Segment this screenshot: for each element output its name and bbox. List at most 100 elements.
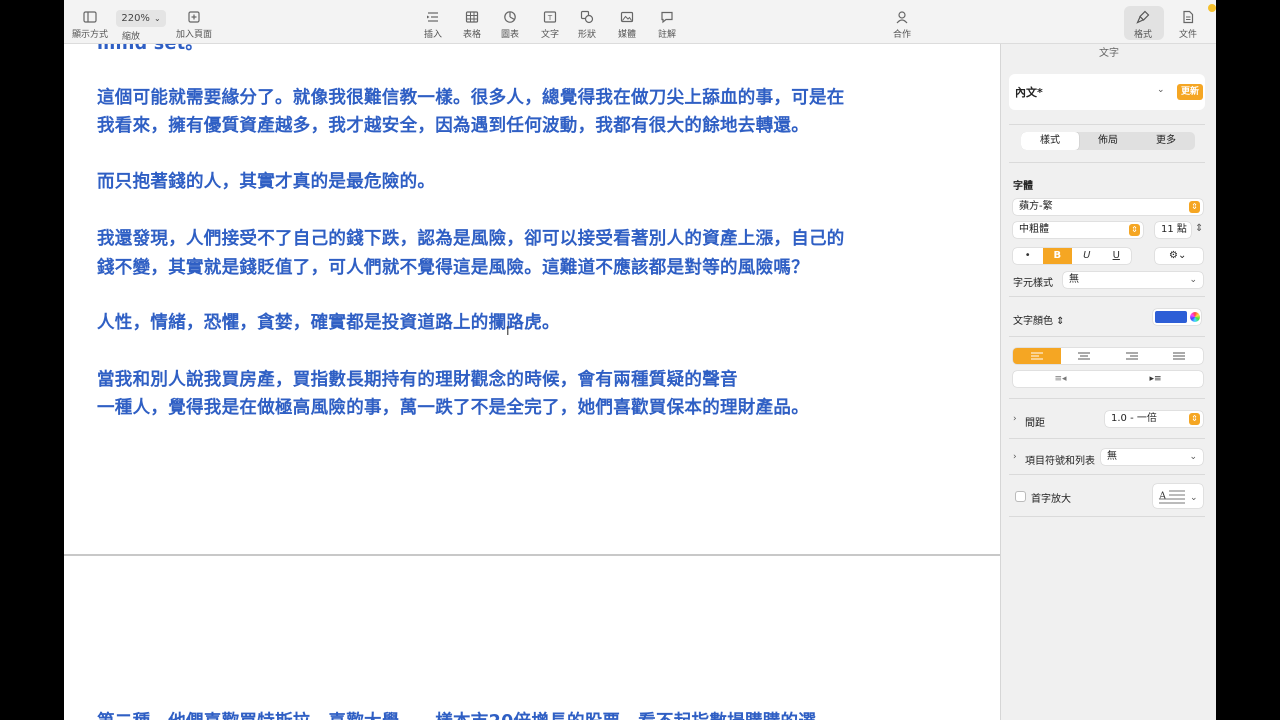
tab-more[interactable]: 更多: [1137, 132, 1195, 150]
dropcap-style-select[interactable]: A ⌄: [1153, 484, 1203, 508]
sidebar-view-icon: [83, 11, 97, 23]
add-page-label: 加入頁面: [176, 30, 213, 40]
bullet-button[interactable]: •: [1013, 248, 1043, 264]
comment-icon: [661, 11, 673, 24]
dropcap-checkbox[interactable]: [1015, 491, 1026, 502]
font-size-field[interactable]: 11 點: [1155, 222, 1191, 238]
disclosure-chevron-icon[interactable]: ›: [1013, 414, 1017, 424]
zoom-label-wrap: 縮放: [122, 29, 140, 42]
text-options-button[interactable]: ⚙⌄: [1155, 248, 1203, 264]
color-wheel-icon[interactable]: [1190, 312, 1200, 322]
dropcap-icon: A ⌄: [1158, 490, 1198, 504]
view-label: 顯示方式: [72, 30, 109, 40]
underline-button[interactable]: U: [1102, 248, 1132, 264]
spacing-label[interactable]: 間距: [1025, 414, 1045, 429]
zoom-select[interactable]: 220% ⌄: [116, 10, 166, 27]
bold-button[interactable]: B: [1042, 248, 1072, 264]
increase-indent-button[interactable]: ▸≡: [1108, 371, 1203, 387]
shape-button[interactable]: 形狀: [578, 10, 596, 40]
text-color-well[interactable]: [1153, 309, 1201, 325]
format-label: 格式: [1134, 30, 1153, 40]
chevron-down-icon: ⌄: [1157, 85, 1165, 95]
paragraph-line: 我還發現，人們接受不了自己的錢下跌，認為是風險，卻可以接受看著別人的資產上漲，自…: [97, 229, 845, 249]
divider: [1009, 162, 1205, 163]
svg-text:⌄: ⌄: [1190, 493, 1198, 503]
bullets-label[interactable]: 項目符號和列表: [1025, 452, 1095, 467]
disclosure-chevron-icon[interactable]: ›: [1013, 452, 1017, 462]
document-button[interactable]: 文件: [1179, 10, 1197, 40]
paintbrush-icon: [1136, 10, 1150, 24]
tab-layout[interactable]: 佈局: [1079, 132, 1137, 150]
chart-button[interactable]: 圖表: [501, 10, 519, 40]
align-justify-icon: [1173, 352, 1186, 359]
sidebar-tabs: 樣式 佈局 更多: [1021, 132, 1195, 150]
text-color-label[interactable]: 文字顏色 ⇕: [1013, 312, 1065, 327]
paragraph-line: 這個可能就需要緣分了。就像我很難信教一樣。很多人，總覺得我在做刀尖上舔血的事，可…: [97, 88, 845, 108]
font-family-select[interactable]: 蘋方-繁 ⇕: [1013, 199, 1203, 215]
divider: [1009, 296, 1205, 297]
window-minimize-dot[interactable]: [1208, 4, 1216, 12]
align-right-icon: [1125, 352, 1138, 359]
paragraph-style-name: 內文*: [1015, 86, 1043, 99]
align-justify-button[interactable]: [1156, 348, 1204, 364]
update-style-button[interactable]: 更新: [1177, 84, 1203, 100]
divider: [1009, 124, 1205, 125]
char-style-label: 字元樣式: [1013, 278, 1053, 289]
divider: [1009, 438, 1205, 439]
partial-bottom-line: 第二種，他們喜歡買特斯拉，喜歡大學……樣本市20倍增長的股票，看不起指數場購購的…: [97, 708, 816, 720]
paragraph-style-selector[interactable]: 內文* ⌄ 更新: [1009, 74, 1205, 110]
text-color-label-text: 文字顏色: [1013, 316, 1053, 327]
comment-button[interactable]: 註解: [658, 10, 676, 40]
collaborate-button[interactable]: 合作: [893, 10, 911, 40]
divider: [1009, 398, 1205, 399]
font-weight-select[interactable]: 中粗體 ⇕: [1013, 222, 1143, 238]
italic-button[interactable]: U: [1072, 248, 1102, 264]
chart-label: 圖表: [501, 30, 520, 40]
sidebar-title: 文字: [1099, 48, 1119, 59]
add-page-button[interactable]: 加入頁面: [176, 10, 212, 40]
align-center-button[interactable]: [1061, 348, 1109, 364]
font-section-title: 字體: [1013, 181, 1033, 192]
align-center-icon: [1078, 352, 1091, 359]
format-button[interactable]: 格式: [1134, 10, 1152, 40]
indent-icon: ▸≡: [1149, 374, 1162, 384]
table-button[interactable]: 表格: [463, 10, 481, 40]
tab-style[interactable]: 樣式: [1021, 132, 1079, 150]
insert-icon: [427, 12, 438, 22]
chevron-down-icon: ⌄: [153, 14, 161, 23]
format-sidebar: 文字 內文* ⌄ 更新 樣式 佈局 更多 字體 蘋方-繁 ⇕ 中粗體 ⇕ 11 …: [1000, 44, 1216, 720]
char-style-select[interactable]: 無 ⌄: [1063, 272, 1203, 288]
text-button[interactable]: T 文字: [541, 10, 559, 40]
gear-icon: ⚙⌄: [1169, 250, 1187, 261]
chevron-down-icon: ⌄: [1189, 452, 1197, 462]
font-size-value: 11 點: [1161, 224, 1187, 235]
text-cursor-icon: I: [506, 324, 510, 338]
insert-button[interactable]: 插入: [424, 10, 442, 40]
media-button[interactable]: 媒體: [618, 10, 636, 40]
alignment-buttons: [1013, 348, 1203, 364]
bullets-value: 無: [1107, 451, 1117, 462]
media-icon: [620, 11, 634, 23]
font-size-stepper-icon[interactable]: ⇕: [1195, 223, 1203, 234]
align-left-button[interactable]: [1013, 348, 1061, 364]
paragraph-line: 一種人，覺得我是在做極高風險的事，萬一跌了不是全完了，她們喜歡買保本的理財產品。: [97, 398, 809, 418]
paragraph-line: 而只抱著錢的人，其實才真的是最危險的。: [97, 172, 436, 192]
table-icon: [465, 11, 479, 23]
divider: [1009, 516, 1205, 517]
chart-icon: [504, 11, 516, 23]
divider: [1009, 474, 1205, 475]
paragraph-line: 我看來，擁有優質資產越多，我才越安全，因為遇到任何波動，我都有很大的餘地去轉還。: [97, 116, 809, 136]
insert-label: 插入: [424, 30, 443, 40]
align-left-icon: [1030, 352, 1043, 359]
view-button[interactable]: 顯示方式: [72, 10, 108, 40]
document-canvas[interactable]: mind set。 這個可能就需要緣分了。就像我很難信教一樣。很多人，總覺得我在…: [64, 44, 1000, 720]
divider: [1009, 336, 1205, 337]
shape-icon: [580, 10, 594, 24]
page-break-divider: [64, 554, 1000, 556]
document-label: 文件: [1179, 30, 1198, 40]
spacing-select[interactable]: 1.0 - 一倍 ⇕: [1105, 411, 1203, 427]
align-right-button[interactable]: [1108, 348, 1156, 364]
bullets-select[interactable]: 無 ⌄: [1101, 449, 1203, 465]
decrease-indent-button[interactable]: ≡◂: [1013, 371, 1108, 387]
document-icon: [1183, 10, 1194, 24]
